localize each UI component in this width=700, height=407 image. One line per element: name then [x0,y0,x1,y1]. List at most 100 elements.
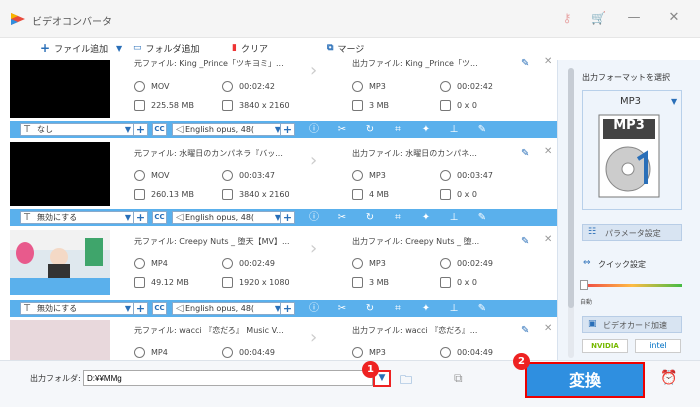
add-audio-button[interactable]: + [280,211,295,224]
info-icon[interactable]: ⓘ [307,302,321,315]
video-thumbnail[interactable] [10,60,110,118]
subtitle-cc-button[interactable]: CC [152,123,167,136]
output-filename: 出力ファイル: wacci 『恋だろ』... [352,326,478,335]
edit-pen-icon[interactable]: ✎ [475,123,489,136]
watermark-stamp-icon[interactable]: ⊥ [447,123,461,136]
watermark-stamp-icon[interactable]: ⊥ [447,211,461,224]
scissors-icon[interactable]: ✂ [335,123,349,136]
nvidia-badge: NVIDIA [582,339,628,353]
add-subtitle-button[interactable]: + [133,302,148,315]
output-resolution: 0 x 0 [440,100,477,111]
rotate-icon[interactable]: ↻ [363,211,377,224]
crop-icon[interactable]: ⌗ [391,302,405,315]
clear-button[interactable]: ▮ クリア [232,41,268,55]
resolution-icon [222,277,233,288]
key-icon[interactable]: ⚷ [560,11,574,25]
remove-file-icon[interactable]: ✕ [544,56,552,67]
intel-badge: intel [635,339,681,353]
video-thumbnail[interactable] [10,230,110,295]
audio-track-select[interactable]: ◁ English opus, 48(▼ [172,123,285,136]
info-icon[interactable]: ⓘ [307,211,321,224]
chevron-down-icon: ▼ [124,304,131,313]
output-folder-label: 出力フォルダ: [30,374,81,383]
add-folder-label: フォルダ追加 [145,44,200,55]
parameters-button[interactable]: ☷ パラメータ設定 [582,224,682,241]
edit-name-icon[interactable]: ✎ [521,58,529,69]
alarm-clock-icon[interactable]: ⏰ [660,370,677,386]
info-icon[interactable]: ⓘ [307,123,321,136]
video-thumbnail[interactable] [10,320,110,360]
clock-icon [440,347,451,358]
add-file-button[interactable]: + ファイル追加 [40,41,108,55]
audio-track-select[interactable]: ◁ English opus, 48(▼ [172,211,285,224]
scissors-icon[interactable]: ✂ [335,302,349,315]
merge-button[interactable]: ⧉ マージ [327,41,364,55]
gpu-acceleration-button[interactable]: ▣ ビデオカード加速 [582,316,682,333]
subtitle-select[interactable]: T なし ▼ [20,123,135,136]
watermark-stamp-icon[interactable]: ⊥ [447,302,461,315]
convert-button[interactable]: 変換 [525,362,645,398]
resolution-icon [222,100,233,111]
effects-wand-icon[interactable]: ✦ [419,302,433,315]
output-filename: 出力ファイル: 水曜日のカンパネ... [352,149,477,158]
app-logo-icon [11,13,25,25]
resolution-icon [222,189,233,200]
remove-file-icon[interactable]: ✕ [544,234,552,245]
scrollbar-thumb[interactable] [568,68,574,308]
output-filename: 出力ファイル: Creepy Nuts _ 堕... [352,237,480,246]
edit-name-icon[interactable]: ✎ [521,236,529,247]
subtitle-select[interactable]: T 無効にする ▼ [20,302,135,315]
file-size-icon [134,100,145,111]
chevron-down-icon[interactable]: ▼ [671,97,677,106]
mp3-icon-label: MP3 [613,118,645,133]
chip-icon: ▣ [588,319,597,329]
source-filename: 元ファイル: Creepy Nuts _ 堕天【MV】... [134,237,290,246]
scissors-icon[interactable]: ✂ [335,211,349,224]
edit-name-icon[interactable]: ✎ [521,148,529,159]
edit-toolbar: T なし ▼ + CC ◁ English opus, 48(▼ + ⓘ ✂ ↻ ⌗ … [10,121,557,138]
cart-icon[interactable]: 🛒 [591,11,606,25]
speaker-icon: ◁ [176,124,184,135]
merge-output-icon[interactable]: ⧉ [454,371,463,386]
crop-icon[interactable]: ⌗ [391,123,405,136]
edit-pen-icon[interactable]: ✎ [475,302,489,315]
file-size-icon [352,277,363,288]
minimize-button[interactable]: — [625,9,643,27]
plus-icon: + [40,41,51,55]
add-file-dropdown[interactable]: ▼ [116,41,122,55]
parameters-label: パラメータ設定 [605,229,661,238]
format-icon [134,81,145,92]
quality-slider[interactable] [582,284,682,287]
add-subtitle-button[interactable]: + [133,211,148,224]
subtitle-cc-button[interactable]: CC [152,211,167,224]
clear-label: クリア [240,44,268,55]
add-audio-button[interactable]: + [280,123,295,136]
effects-wand-icon[interactable]: ✦ [419,211,433,224]
edit-pen-icon[interactable]: ✎ [475,211,489,224]
output-folder-input[interactable] [83,370,373,386]
window-title: ビデオコンバータ [32,17,112,28]
format-icon [352,258,363,269]
format-icon [134,170,145,181]
close-window-button[interactable]: ✕ [665,9,683,27]
source-size: 225.58 MB [134,100,194,111]
subtitle-cc-button[interactable]: CC [152,302,167,315]
audio-track-select[interactable]: ◁ English opus, 48(▼ [172,302,285,315]
add-subtitle-button[interactable]: + [133,123,148,136]
open-folder-icon[interactable]: 🗀 [400,371,412,392]
edit-name-icon[interactable]: ✎ [521,325,529,336]
video-thumbnail[interactable] [10,142,110,206]
edit-toolbar: T 無効にする ▼ + CC ◁ English opus, 48(▼ + ⓘ ✂ ↻… [10,300,557,317]
clock-icon [440,258,451,269]
add-audio-button[interactable]: + [280,302,295,315]
rotate-icon[interactable]: ↻ [363,123,377,136]
subtitle-select[interactable]: T 無効にする ▼ [20,211,135,224]
quality-slider-handle[interactable] [580,280,588,290]
remove-file-icon[interactable]: ✕ [544,323,552,334]
crop-icon[interactable]: ⌗ [391,211,405,224]
arrow-right-icon: › [310,60,318,81]
effects-wand-icon[interactable]: ✦ [419,123,433,136]
add-folder-button[interactable]: ▭ フォルダ追加 [133,41,200,55]
rotate-icon[interactable]: ↻ [363,302,377,315]
remove-file-icon[interactable]: ✕ [544,146,552,157]
